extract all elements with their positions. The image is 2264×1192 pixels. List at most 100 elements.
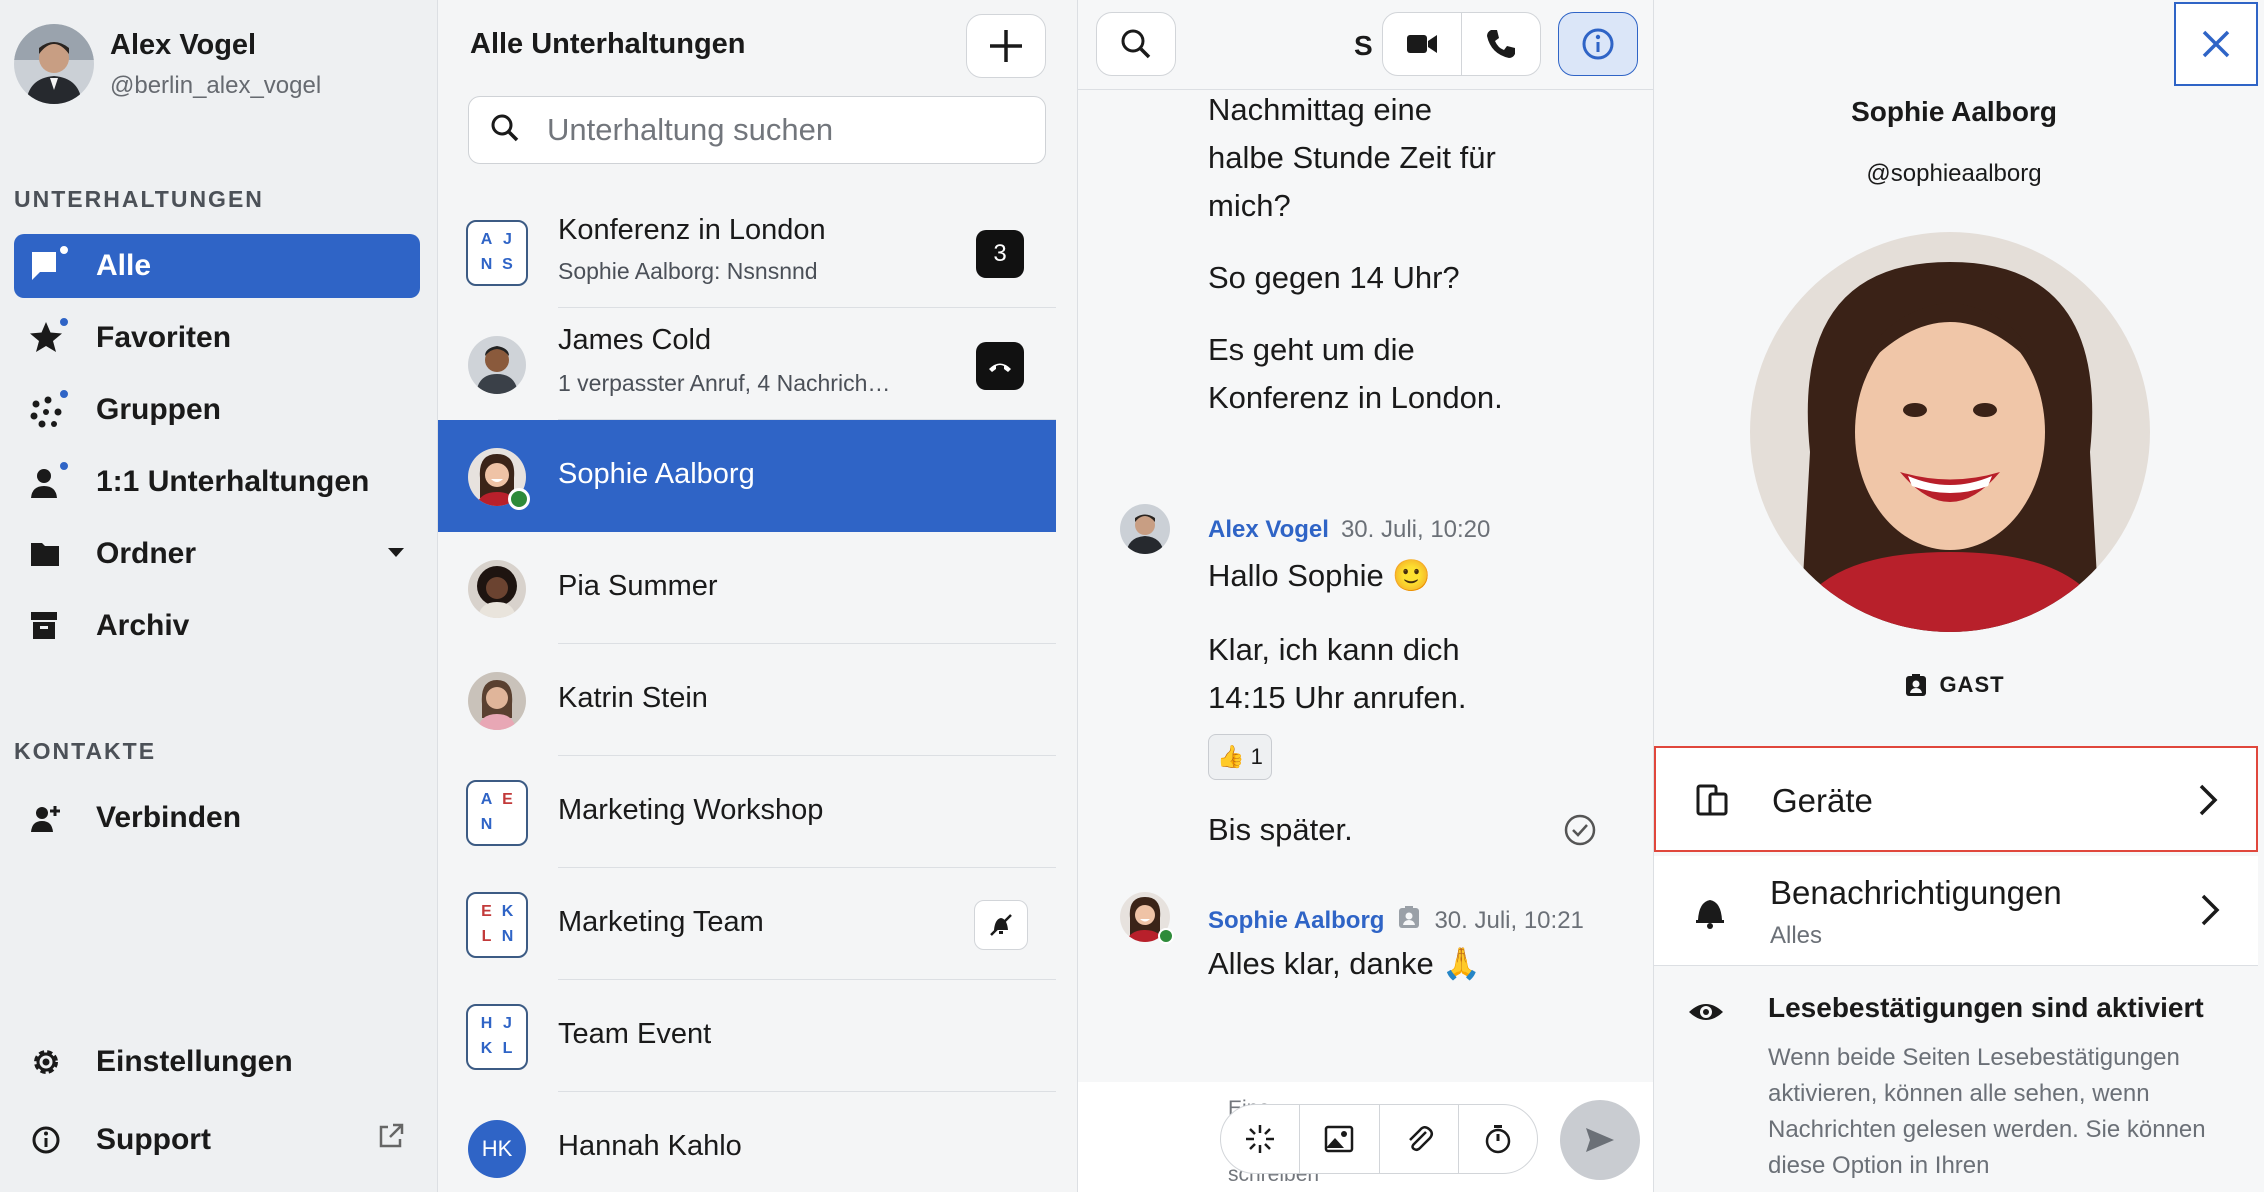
user-name: Alex Vogel <box>110 28 257 61</box>
add-person-icon <box>28 798 68 838</box>
user-avatar <box>14 24 94 104</box>
user-profile[interactable]: Alex Vogel @berlin_alex_vogel <box>14 24 321 104</box>
sidebar-item-label: Verbinden <box>96 801 242 834</box>
sidebar-item-support[interactable]: Support <box>14 1108 420 1172</box>
notifications-row[interactable]: Benachrichtigungen Alles <box>1654 856 2258 966</box>
info-icon <box>1582 28 1614 60</box>
timed-message-button[interactable] <box>1459 1105 1537 1173</box>
attach-file-button[interactable] <box>1380 1105 1459 1173</box>
sender-avatar <box>1120 504 1170 554</box>
send-button[interactable] <box>1560 1100 1640 1180</box>
conversation-title: James Cold <box>558 324 712 356</box>
folder-icon <box>28 534 68 574</box>
contact-photo <box>1750 232 2150 632</box>
eye-icon <box>1686 992 1726 1037</box>
conversation-search-input[interactable] <box>547 112 1027 148</box>
sidebar-item-all[interactable]: Alle <box>14 234 420 298</box>
composer-tools <box>1220 1104 1538 1174</box>
conversation-subtitle: Sophie Aalborg: Nsnsnnd <box>558 258 818 284</box>
conversation-item[interactable]: Katrin Stein <box>438 644 1056 756</box>
plus-icon <box>990 30 1022 62</box>
contact-handle: @sophieaalborg <box>1866 160 2042 187</box>
read-receipts-info: Lesebestätigungen sind aktiviert Wenn be… <box>1654 962 2264 1192</box>
chat-bubble-icon <box>28 244 70 286</box>
contacts-section-label: KONTAKTE <box>14 738 157 764</box>
conversation-title: Katrin Stein <box>558 682 708 714</box>
conversation-title: Team Event <box>558 1018 712 1050</box>
ping-button[interactable] <box>1221 1105 1301 1173</box>
contact-avatar <box>468 672 526 730</box>
message-author[interactable]: Alex Vogel <box>1208 516 1329 543</box>
devices-icon <box>1692 780 1732 825</box>
conversation-title: Konferenz in London <box>558 214 826 246</box>
sidebar-item-label: 1:1 Unterhaltungen <box>96 465 370 498</box>
conversation-item[interactable]: James Cold 1 verpasster Anruf, 4 Nachric… <box>438 308 1056 420</box>
conversation-item[interactable]: AJ NS Konferenz in London Sophie Aalborg… <box>438 196 1056 308</box>
sidebar-item-archive[interactable]: Archiv <box>14 594 420 658</box>
sidebar-item-groups[interactable]: Gruppen <box>14 378 420 442</box>
bell-icon <box>1690 892 1730 937</box>
search-icon <box>1121 29 1151 59</box>
close-icon <box>2202 30 2230 58</box>
message-text: Bis später. <box>1208 812 1353 847</box>
contact-avatar <box>468 560 526 618</box>
guest-badge-icon <box>1906 674 1927 696</box>
online-status-dot <box>508 488 530 510</box>
sidebar-item-one-to-one[interactable]: 1:1 Unterhaltungen <box>14 450 420 514</box>
message-composer[interactable]: Eine Nachricht schreiben <box>1078 1082 1653 1192</box>
close-details-button[interactable] <box>2174 2 2258 86</box>
contact-avatar: HK <box>468 1120 526 1178</box>
message-meta: Alex Vogel 30. Juli, 10:20 <box>1208 516 1490 544</box>
message-meta: Sophie Aalborg 30. Juli, 10:21 <box>1208 904 1584 935</box>
conversations-section-label: UNTERHALTUNGEN <box>14 186 264 212</box>
chevron-down-icon[interactable] <box>388 548 404 557</box>
conversation-item[interactable]: AE N Marketing Workshop <box>438 756 1056 868</box>
notifications-label: Benachrichtigungen <box>1770 874 2062 911</box>
message-text: Nachmittag eine halbe Stunde Zeit für mi… <box>1208 92 1496 223</box>
sidebar-item-label: Alle <box>96 249 152 282</box>
reaction-thumbs-up[interactable]: 👍 1 <box>1208 734 1272 780</box>
timer-icon <box>1485 1125 1511 1154</box>
conversation-item-active[interactable]: Sophie Aalborg <box>438 420 1056 532</box>
conversation-details-panel: Sophie Aalborg @sophieaalborg GAST Gerät… <box>1654 0 2264 1192</box>
group-avatar: EK LN <box>466 892 528 958</box>
conversation-info-button[interactable] <box>1558 12 1638 76</box>
message-time: 30. Juli, 10:20 <box>1340 516 1491 543</box>
read-receipts-description: Wenn beide Seiten Lesebestätigungen akti… <box>1768 1044 2206 1179</box>
gear-icon <box>28 1042 68 1082</box>
conversation-title: Marketing Team <box>558 906 764 938</box>
message-author[interactable]: Sophie Aalborg <box>1208 907 1384 934</box>
muted-bell-icon[interactable] <box>974 900 1028 950</box>
group-avatar: HJ KL <box>466 1004 528 1070</box>
audio-call-button[interactable] <box>1461 12 1541 76</box>
conversation-item[interactable]: HJ KL Team Event <box>438 980 1056 1092</box>
conversation-item[interactable]: EK LN Marketing Team <box>438 868 1056 980</box>
sidebar-item-settings[interactable]: Einstellungen <box>14 1030 420 1094</box>
new-conversation-button[interactable] <box>966 14 1046 78</box>
sidebar-item-label: Support <box>96 1123 211 1156</box>
devices-row[interactable]: Geräte <box>1654 746 2258 852</box>
ping-icon <box>1246 1125 1275 1153</box>
conversation-search[interactable] <box>468 96 1046 164</box>
chevron-right-icon <box>2198 892 2222 933</box>
image-button[interactable] <box>1300 1105 1380 1173</box>
person-icon <box>28 460 70 502</box>
message-text: Alles klar, danke 🙏 <box>1208 946 1481 981</box>
user-handle: @berlin_alex_vogel <box>110 71 322 99</box>
conversation-title: Marketing Workshop <box>558 794 824 826</box>
conversation-list: Alle Unterhaltungen AJ NS Konferenz in L… <box>438 0 1078 1192</box>
guest-role-badge: GAST <box>1654 672 2254 698</box>
sidebar-item-folders[interactable]: Ordner <box>14 522 420 586</box>
message-text: Es geht um die Konferenz in London. <box>1208 332 1503 415</box>
sidebar-item-favorites[interactable]: Favoriten <box>14 306 420 370</box>
conversation-item[interactable]: Pia Summer <box>438 532 1056 644</box>
conversation-item[interactable]: HK Hannah Kahlo <box>438 1092 1056 1192</box>
video-camera-icon <box>1407 35 1437 53</box>
sidebar-item-connect[interactable]: Verbinden <box>14 786 420 850</box>
contact-avatar <box>468 336 526 394</box>
contact-name: Sophie Aalborg <box>1851 96 2057 127</box>
video-call-button[interactable] <box>1382 12 1462 76</box>
chat-search-button[interactable] <box>1096 12 1176 76</box>
send-icon <box>1586 1128 1614 1152</box>
conversation-title: Hannah Kahlo <box>558 1130 742 1162</box>
